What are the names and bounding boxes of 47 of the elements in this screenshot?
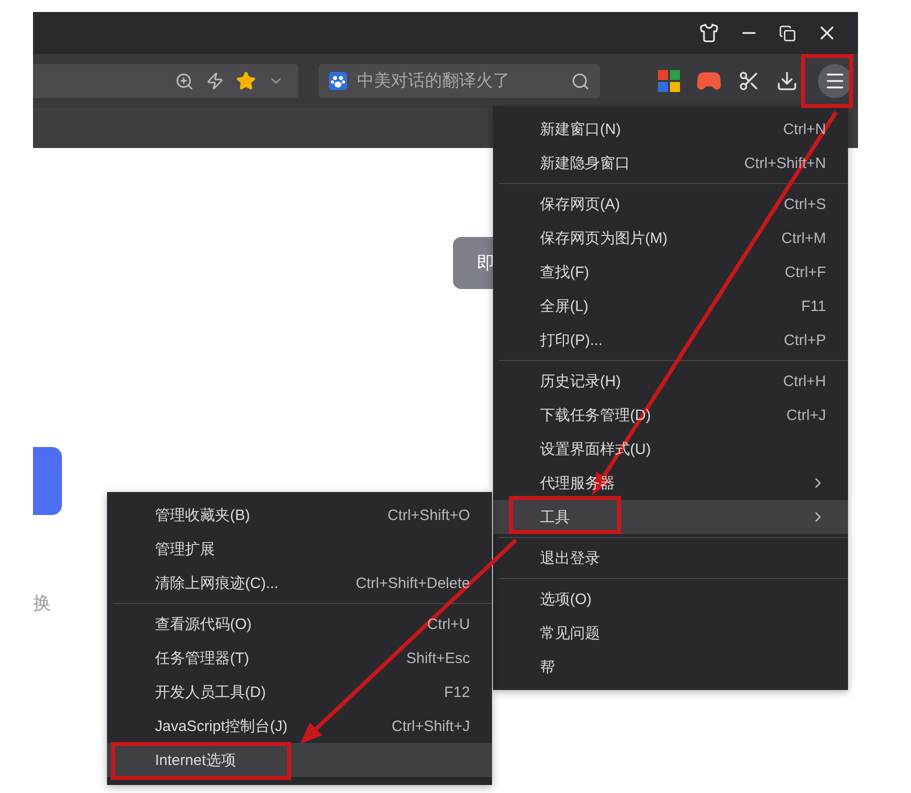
shortcut-text: F12 (444, 684, 470, 700)
search-icon[interactable] (571, 72, 590, 90)
shortcut-text: F11 (801, 298, 826, 314)
shortcut-text: Ctrl+P (784, 332, 826, 348)
search-field[interactable]: 中美对话的翻译火了 (319, 64, 600, 98)
menu-item[interactable]: 开发人员工具(D) F12 (107, 675, 492, 709)
shirt-icon[interactable] (699, 23, 719, 43)
shortcut-text: Ctrl+S (784, 196, 826, 212)
shortcut-text: Ctrl+Shift+O (387, 506, 470, 524)
zoom-in-icon[interactable] (175, 72, 194, 90)
menu-item[interactable]: Internet选项 (107, 743, 492, 777)
menu-item[interactable]: 常见问题 (493, 616, 848, 650)
shortcut-text: Ctrl+M (781, 230, 826, 246)
grid-icon[interactable] (658, 70, 680, 92)
shortcut-text: Ctrl+F (784, 264, 826, 280)
menu-item[interactable]: 帮 (493, 650, 848, 684)
star-icon[interactable] (236, 71, 256, 91)
search-input[interactable]: 中美对话的翻译火了 (355, 70, 563, 92)
menu-item[interactable]: JavaScript控制台(J) Ctrl+Shift+J (107, 709, 492, 743)
menu-item[interactable]: 管理收藏夹(B) Ctrl+Shift+O (107, 498, 492, 532)
menu-item[interactable]: 清除上网痕迹(C)... Ctrl+Shift+Delete (107, 566, 492, 600)
shortcut-text: Shift+Esc (406, 650, 470, 666)
page-text: 换 (33, 592, 51, 615)
shortcut-text: Ctrl+Shift+J (392, 718, 470, 734)
shortcut-text: Ctrl+U (427, 616, 470, 632)
menu-item[interactable]: 全屏(L) F11 (493, 289, 848, 323)
side-button[interactable] (33, 447, 62, 515)
menu-item[interactable]: 退出登录 (493, 541, 848, 575)
download-icon[interactable] (776, 70, 798, 92)
menu-item[interactable]: 工具 (493, 500, 848, 534)
lightning-icon[interactable] (206, 72, 224, 90)
restore-icon[interactable] (779, 24, 796, 42)
shortcut-text: Ctrl+Shift+Delete (356, 574, 470, 592)
menu-item[interactable]: 保存网页(A) Ctrl+S (493, 187, 848, 221)
shortcut-text: Ctrl+H (783, 372, 826, 390)
menu-item[interactable]: 历史记录(H) Ctrl+H (493, 364, 848, 398)
menu-item[interactable]: 选项(O) (493, 582, 848, 616)
menu-item[interactable]: 任务管理器(T) Shift+Esc (107, 641, 492, 675)
highlight-frame (801, 54, 853, 108)
address-bar[interactable] (33, 64, 298, 98)
menu-item[interactable]: 查看源代码(O) Ctrl+U (107, 607, 492, 641)
scissors-icon[interactable] (738, 70, 760, 92)
paw-icon (329, 72, 347, 90)
shortcut-text: Ctrl+J (786, 406, 826, 424)
menu-item[interactable]: 打印(P)... Ctrl+P (493, 323, 848, 357)
menu-item[interactable]: 管理扩展 (107, 532, 492, 566)
menu-button[interactable] (818, 64, 852, 98)
